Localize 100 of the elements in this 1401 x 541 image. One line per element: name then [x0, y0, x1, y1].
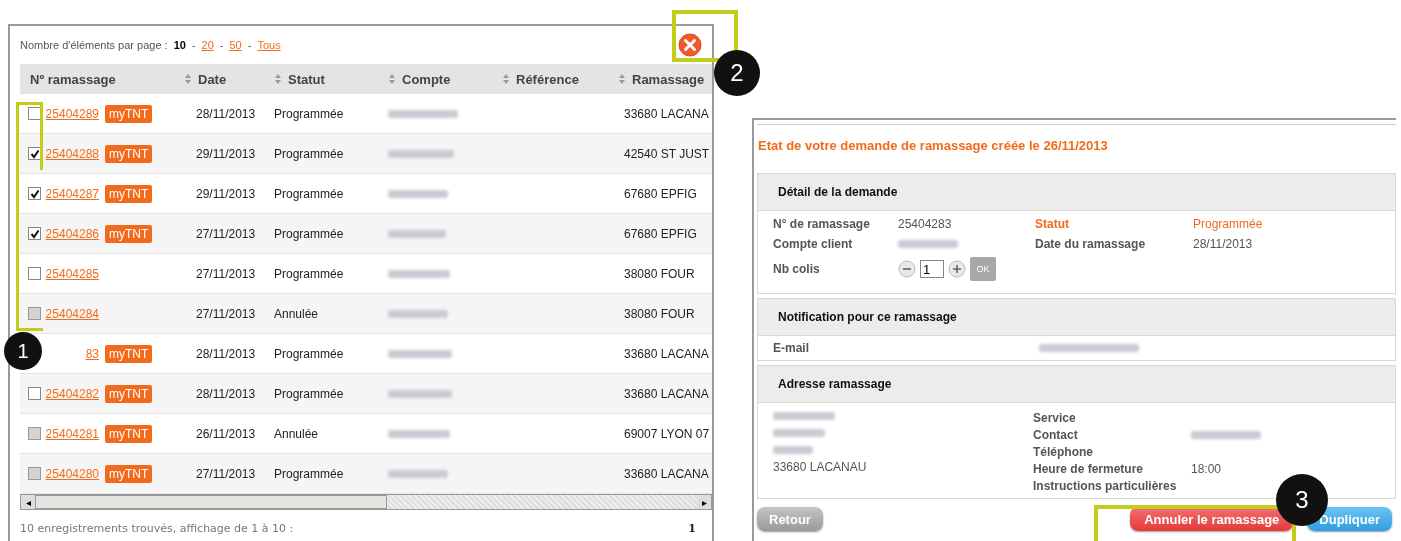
field-label: Heure de fermeture [1033, 461, 1145, 476]
field-value: 28/11/2013 [1193, 237, 1254, 251]
table-cell: 28/11/2013 [196, 386, 256, 401]
callout-number: 1 [4, 332, 42, 370]
detail-title: Etat de votre demande de ramassage créée le 26/11/2013 [757, 124, 1396, 173]
field-value: Programmée [1193, 217, 1264, 231]
field-label: Contact [1033, 427, 1079, 442]
blurred-text [388, 269, 450, 278]
section-title: Notification pour ce ramassage [778, 310, 957, 324]
table-cell: Programmée [274, 146, 344, 161]
blurred-text [898, 240, 958, 248]
column-header[interactable]: Compte [402, 71, 451, 87]
table-cell: Programmée [274, 266, 344, 281]
sort-icon[interactable] [502, 73, 510, 85]
pickup-number-link[interactable]: 25404286 [45, 226, 99, 241]
pickup-number-link[interactable]: 25404287 [45, 186, 99, 201]
mytnt-badge: myTNT [105, 384, 153, 403]
column-header[interactable]: Date [198, 71, 227, 87]
sort-icon[interactable] [184, 73, 192, 85]
field-label: Statut [1035, 217, 1070, 231]
blurred-text [388, 149, 454, 158]
callout-number: 2 [714, 50, 760, 96]
pickup-number-link[interactable]: 25404288 [45, 146, 99, 161]
column-header[interactable]: Nº ramassage [30, 71, 116, 87]
checkbox[interactable] [28, 267, 41, 280]
sort-icon[interactable] [618, 73, 626, 85]
table-cell: 38080 FOUR [624, 306, 695, 321]
mytnt-badge: myTNT [105, 184, 153, 203]
blurred-text [773, 412, 835, 420]
table-cell: 27/11/2013 [196, 466, 256, 481]
blurred-text [388, 309, 448, 318]
results-summary: 10 enregistrements trouvés, affichage de 1 à 10 : [20, 521, 294, 535]
page-size-label: Nombre d'éléments par page : [20, 39, 168, 51]
blurred-text [388, 469, 448, 478]
sort-icon[interactable] [388, 73, 396, 85]
table-cell: 27/11/2013 [196, 266, 256, 281]
field-label: Nb colis [773, 262, 821, 276]
field-label: Compte client [773, 237, 854, 251]
table-cell: 29/11/2013 [196, 186, 256, 201]
table-cell: 28/11/2013 [196, 346, 256, 361]
table-cell: 27/11/2013 [196, 306, 256, 321]
blurred-text [388, 429, 450, 438]
column-header[interactable]: Ramassage [632, 71, 705, 87]
table-cell: 33680 LACANA [624, 106, 709, 121]
mytnt-badge: myTNT [105, 104, 153, 123]
table-cell: 67680 EPFIG [624, 226, 697, 241]
checkbox[interactable] [28, 227, 41, 240]
pickup-number-link[interactable]: 25404289 [45, 106, 99, 121]
table-cell: 33680 LACANA [624, 386, 709, 401]
blurred-text [773, 446, 813, 454]
field-label: Service [1033, 410, 1077, 425]
table-cell: 38080 FOUR [624, 266, 695, 281]
page-size-link[interactable]: 50 [229, 39, 242, 51]
close-icon[interactable] [678, 33, 702, 57]
field-label: E-mail [773, 341, 809, 355]
table-cell: Programmée [274, 186, 344, 201]
table-cell: 33680 LACANA [624, 346, 709, 361]
pickup-number-link[interactable]: 25404282 [45, 386, 99, 401]
mytnt-badge: myTNT [105, 344, 153, 363]
horizontal-scrollbar[interactable]: ◂ ▸ [20, 494, 712, 510]
table-cell: 29/11/2013 [196, 146, 256, 161]
page-size-link[interactable]: Tous [257, 39, 281, 51]
blurred-text [773, 429, 825, 437]
table-cell: 26/11/2013 [196, 426, 256, 441]
page-size-link[interactable]: 20 [201, 39, 214, 51]
parcel-count-field[interactable]: 1 [920, 260, 944, 278]
pickup-number-link[interactable]: 83 [45, 346, 99, 361]
checkbox[interactable] [28, 387, 41, 400]
checkbox[interactable] [28, 187, 41, 200]
section-title: Détail de la demande [778, 185, 898, 199]
table-cell: Programmée [274, 346, 344, 361]
plus-button[interactable] [948, 260, 966, 278]
blurred-text [388, 349, 452, 358]
back-button[interactable]: Retour [757, 507, 823, 531]
table-cell: 27/11/2013 [196, 226, 256, 241]
table-cell: 42540 ST JUST [624, 146, 710, 161]
sort-icon[interactable] [274, 73, 282, 85]
field-label: Date du ramassage [1035, 237, 1147, 251]
page-size-link[interactable]: 10 [173, 39, 186, 51]
address-text: 33680 LACANAU [773, 460, 868, 474]
blurred-text [388, 229, 446, 238]
column-header[interactable]: Statut [288, 71, 325, 87]
ok-button[interactable]: OK [970, 257, 996, 281]
table-cell: Programmée [274, 386, 344, 401]
minus-button[interactable] [898, 260, 916, 278]
separator: - [191, 39, 196, 51]
table-cell: Annulée [274, 306, 319, 321]
table-cell: 69007 LYON 07 [624, 426, 710, 441]
table-cell: 67680 EPFIG [624, 186, 697, 201]
pickup-number-link[interactable]: 25404285 [45, 266, 99, 281]
table-cell: Programmée [274, 226, 344, 241]
page-number[interactable]: 1 [688, 521, 696, 535]
mytnt-badge: myTNT [105, 424, 153, 443]
mytnt-badge: myTNT [105, 224, 153, 243]
blurred-text [388, 389, 452, 398]
column-header[interactable]: Référence [516, 71, 579, 87]
separator: - [247, 39, 252, 51]
blurred-text [388, 189, 448, 198]
blurred-text [388, 109, 458, 118]
table-cell: Programmée [274, 466, 344, 481]
